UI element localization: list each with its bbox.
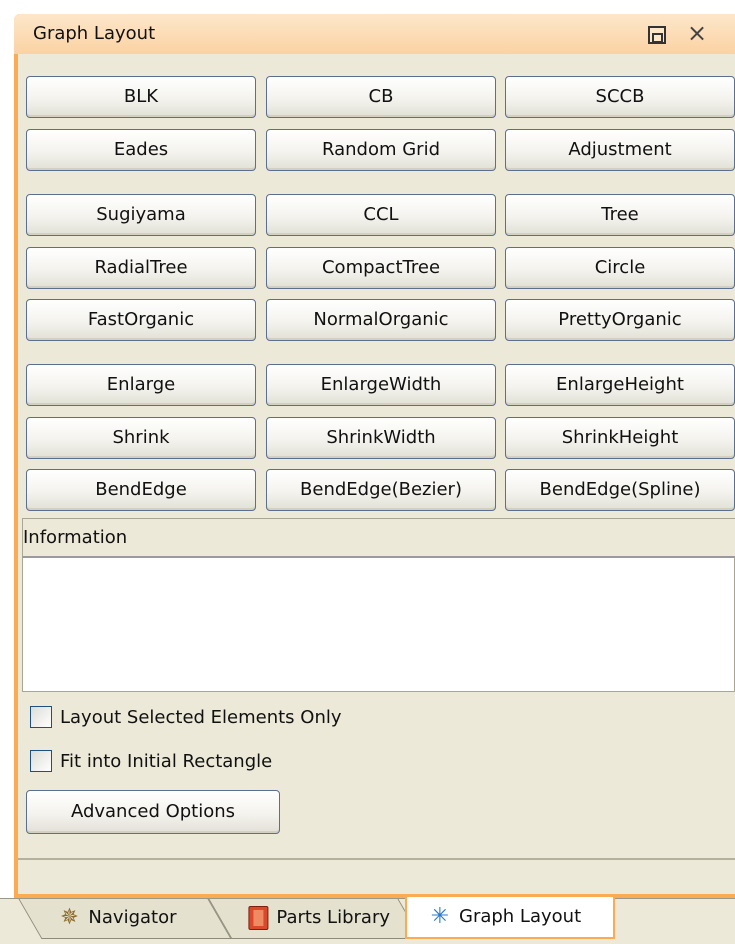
tab-label: Parts Library (276, 907, 391, 928)
layout-button-cb[interactable]: CB (266, 76, 496, 118)
tab-navigator[interactable]: ✵ Navigator (18, 899, 232, 939)
graph-layout-icon: ✳ (430, 904, 450, 929)
panel-tab-strip: ✵ Navigator Parts Library ✳ Graph Layout (0, 897, 735, 944)
layout-button-bend-edge[interactable]: BendEdge (26, 469, 256, 511)
layout-button-blk[interactable]: BLK (26, 76, 256, 118)
layout-button-bend-edge-bezier[interactable]: BendEdge(Bezier) (266, 469, 496, 511)
layout-button-adjustment[interactable]: Adjustment (505, 129, 735, 171)
layout-selected-only-checkbox[interactable]: Layout Selected Elements Only (30, 704, 342, 730)
layout-button-fast-organic[interactable]: FastOrganic (26, 299, 256, 341)
layout-button-pretty-organic[interactable]: PrettyOrganic (505, 299, 735, 341)
navigator-icon: ✵ (60, 905, 79, 930)
checkbox-label: Layout Selected Elements Only (60, 706, 342, 728)
layout-button-enlarge-width[interactable]: EnlargeWidth (266, 364, 496, 406)
layout-button-sccb[interactable]: SCCB (505, 76, 735, 118)
layout-button-shrink-height[interactable]: ShrinkHeight (505, 417, 735, 459)
layout-button-bend-edge-spline[interactable]: BendEdge(Spline) (505, 469, 735, 511)
layout-button-ccl[interactable]: CCL (266, 194, 496, 236)
panel-titlebar: Graph Layout × (14, 14, 735, 54)
layout-button-enlarge-height[interactable]: EnlargeHeight (505, 364, 735, 406)
layout-button-normal-organic[interactable]: NormalOrganic (266, 299, 496, 341)
graph-layout-panel: Graph Layout × BLK CB SCCB Eades Random … (14, 14, 735, 898)
layout-button-random-grid[interactable]: Random Grid (266, 129, 496, 171)
layout-button-shrink-width[interactable]: ShrinkWidth (266, 417, 496, 459)
layout-button-sugiyama[interactable]: Sugiyama (26, 194, 256, 236)
layout-button-shrink[interactable]: Shrink (26, 417, 256, 459)
information-label: Information (22, 518, 735, 558)
fit-initial-rectangle-checkbox[interactable]: Fit into Initial Rectangle (30, 748, 272, 774)
layout-button-tree[interactable]: Tree (505, 194, 735, 236)
close-icon[interactable]: × (684, 18, 710, 48)
advanced-options-button[interactable]: Advanced Options (26, 790, 280, 834)
layout-button-enlarge[interactable]: Enlarge (26, 364, 256, 406)
tab-parts-library[interactable]: Parts Library (208, 899, 422, 939)
layout-button-radial-tree[interactable]: RadialTree (26, 247, 256, 289)
tab-graph-layout[interactable]: ✳ Graph Layout (405, 897, 615, 939)
parts-library-icon (248, 906, 269, 930)
layout-button-eades[interactable]: Eades (26, 129, 256, 171)
checkbox-box[interactable] (30, 706, 52, 728)
restore-window-icon[interactable] (648, 26, 666, 44)
layout-button-circle[interactable]: Circle (505, 247, 735, 289)
checkbox-box[interactable] (30, 750, 52, 772)
checkbox-label: Fit into Initial Rectangle (60, 750, 273, 772)
panel-title: Graph Layout (33, 23, 156, 44)
layout-button-compact-tree[interactable]: CompactTree (266, 247, 496, 289)
information-text-area[interactable] (22, 556, 735, 692)
tab-label: Navigator (88, 907, 177, 928)
panel-content: BLK CB SCCB Eades Random Grid Adjustment… (18, 54, 735, 894)
panel-status-bar (18, 858, 735, 894)
tab-label: Graph Layout (459, 906, 582, 927)
